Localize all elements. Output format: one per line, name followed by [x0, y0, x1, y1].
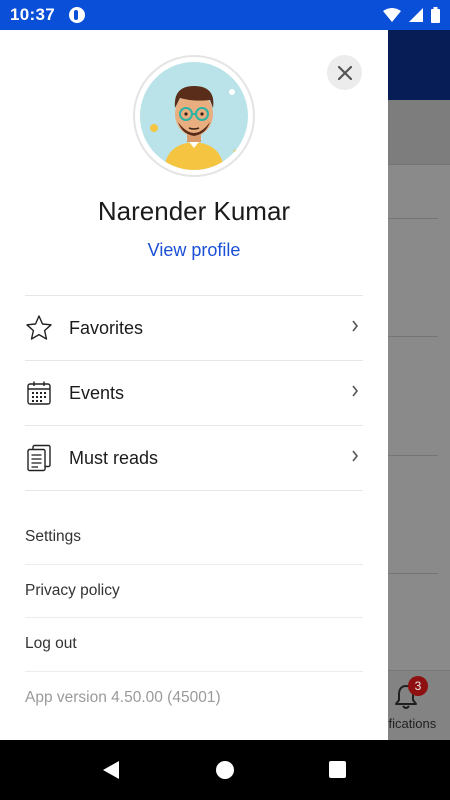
system-nav-bar [0, 740, 450, 800]
recent-apps-button[interactable] [329, 761, 346, 778]
calendar-icon [25, 379, 53, 407]
menu-item-favorites[interactable]: Favorites [25, 296, 363, 361]
background-divider [388, 455, 438, 456]
wifi-icon [383, 8, 401, 22]
notifications-tab[interactable]: 3 tifications [380, 676, 450, 736]
drawer-links: Settings Privacy policy Log out App vers… [25, 511, 363, 725]
view-profile-link[interactable]: View profile [0, 240, 388, 261]
status-bar: 10:37 [0, 0, 450, 30]
app-notification-icon [68, 7, 85, 23]
back-icon[interactable] [102, 760, 120, 780]
menu-item-label: Events [69, 382, 125, 403]
avatar-illustration [140, 62, 248, 170]
star-icon [25, 314, 53, 342]
background-divider [388, 218, 438, 219]
chevron-right-icon [352, 320, 359, 332]
background-divider [388, 573, 438, 574]
signal-icon [409, 8, 423, 22]
close-icon [337, 65, 352, 80]
menu-item-label: Favorites [69, 317, 144, 338]
background-divider [388, 336, 438, 337]
status-icons [383, 7, 440, 23]
menu-item-must-reads[interactable]: Must reads [25, 426, 363, 491]
drawer-menu: Favorites Events Must reads [25, 295, 363, 491]
menu-item-events[interactable]: Events [25, 361, 363, 426]
privacy-policy-link[interactable]: Privacy policy [25, 565, 363, 618]
avatar[interactable] [133, 55, 255, 177]
chevron-right-icon [352, 450, 359, 462]
status-time: 10:37 [10, 5, 55, 24]
app-version: App version 4.50.00 (45001) [25, 689, 221, 706]
menu-item-label: Must reads [69, 447, 159, 468]
settings-link[interactable]: Settings [25, 511, 363, 565]
notification-badge: 3 [408, 676, 428, 696]
battery-icon [431, 7, 440, 23]
notifications-label: tifications [382, 716, 437, 731]
profile-name: Narender Kumar [97, 196, 291, 226]
home-button[interactable] [216, 761, 234, 779]
log-out-link[interactable]: Log out [25, 618, 363, 672]
navigation-drawer: Narender Kumar View profile Favorites Ev… [0, 30, 388, 740]
chevron-right-icon [352, 385, 359, 397]
close-button[interactable] [327, 55, 362, 90]
document-icon [25, 444, 53, 472]
